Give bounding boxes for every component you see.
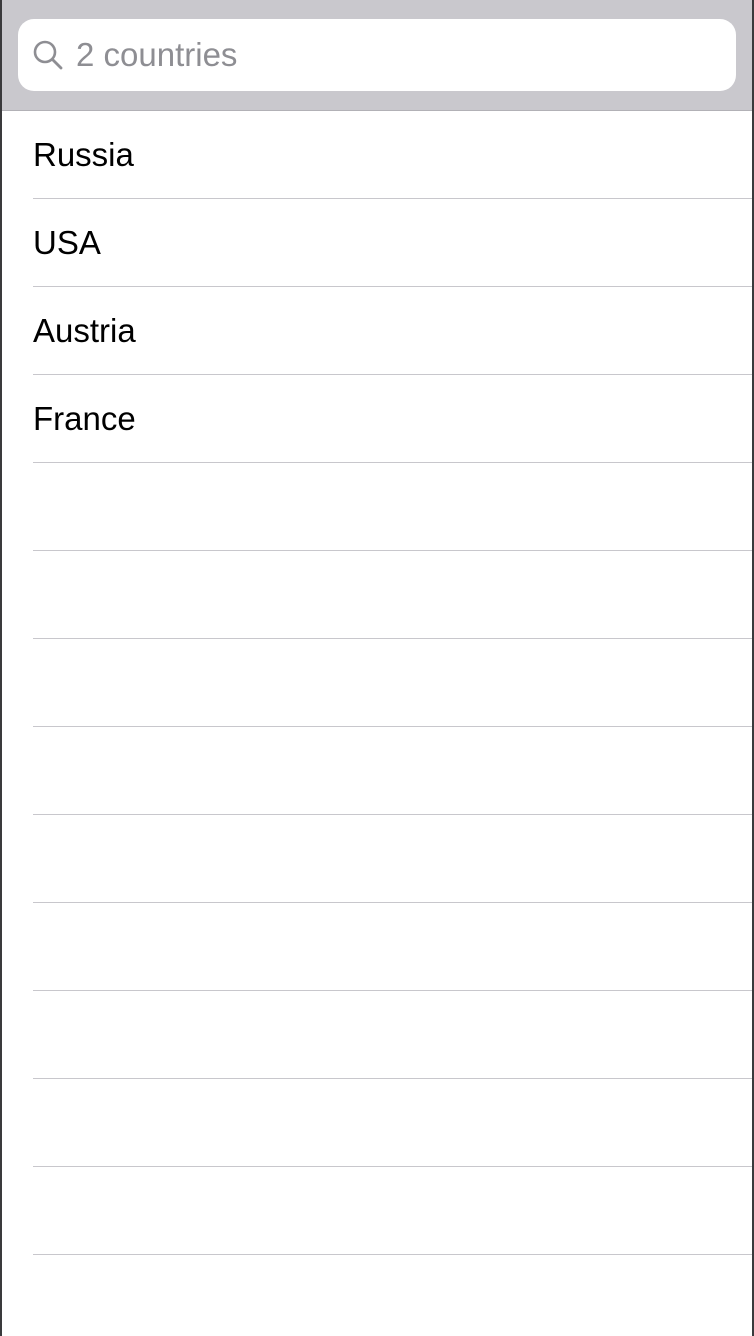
list-item[interactable]: Russia [2,111,752,199]
empty-row [2,1167,752,1255]
list-item[interactable]: USA [2,199,752,287]
empty-row [2,1079,752,1167]
empty-row [2,1255,752,1336]
list-item-label: Austria [33,312,136,349]
search-field[interactable] [18,19,736,91]
country-list: Russia USA Austria France [2,111,752,1336]
empty-row [2,991,752,1079]
empty-row [2,639,752,727]
list-item-label: USA [33,224,101,261]
screen: Russia USA Austria France [0,0,754,1336]
empty-row [2,815,752,903]
empty-row [2,551,752,639]
search-icon [32,39,64,71]
list-item-label: Russia [33,136,134,173]
empty-row [2,463,752,551]
search-input[interactable] [76,19,716,91]
list-item-label: France [33,400,136,437]
empty-row [2,727,752,815]
list-item[interactable]: France [2,375,752,463]
search-bar [2,0,752,111]
empty-row [2,903,752,991]
list-item[interactable]: Austria [2,287,752,375]
